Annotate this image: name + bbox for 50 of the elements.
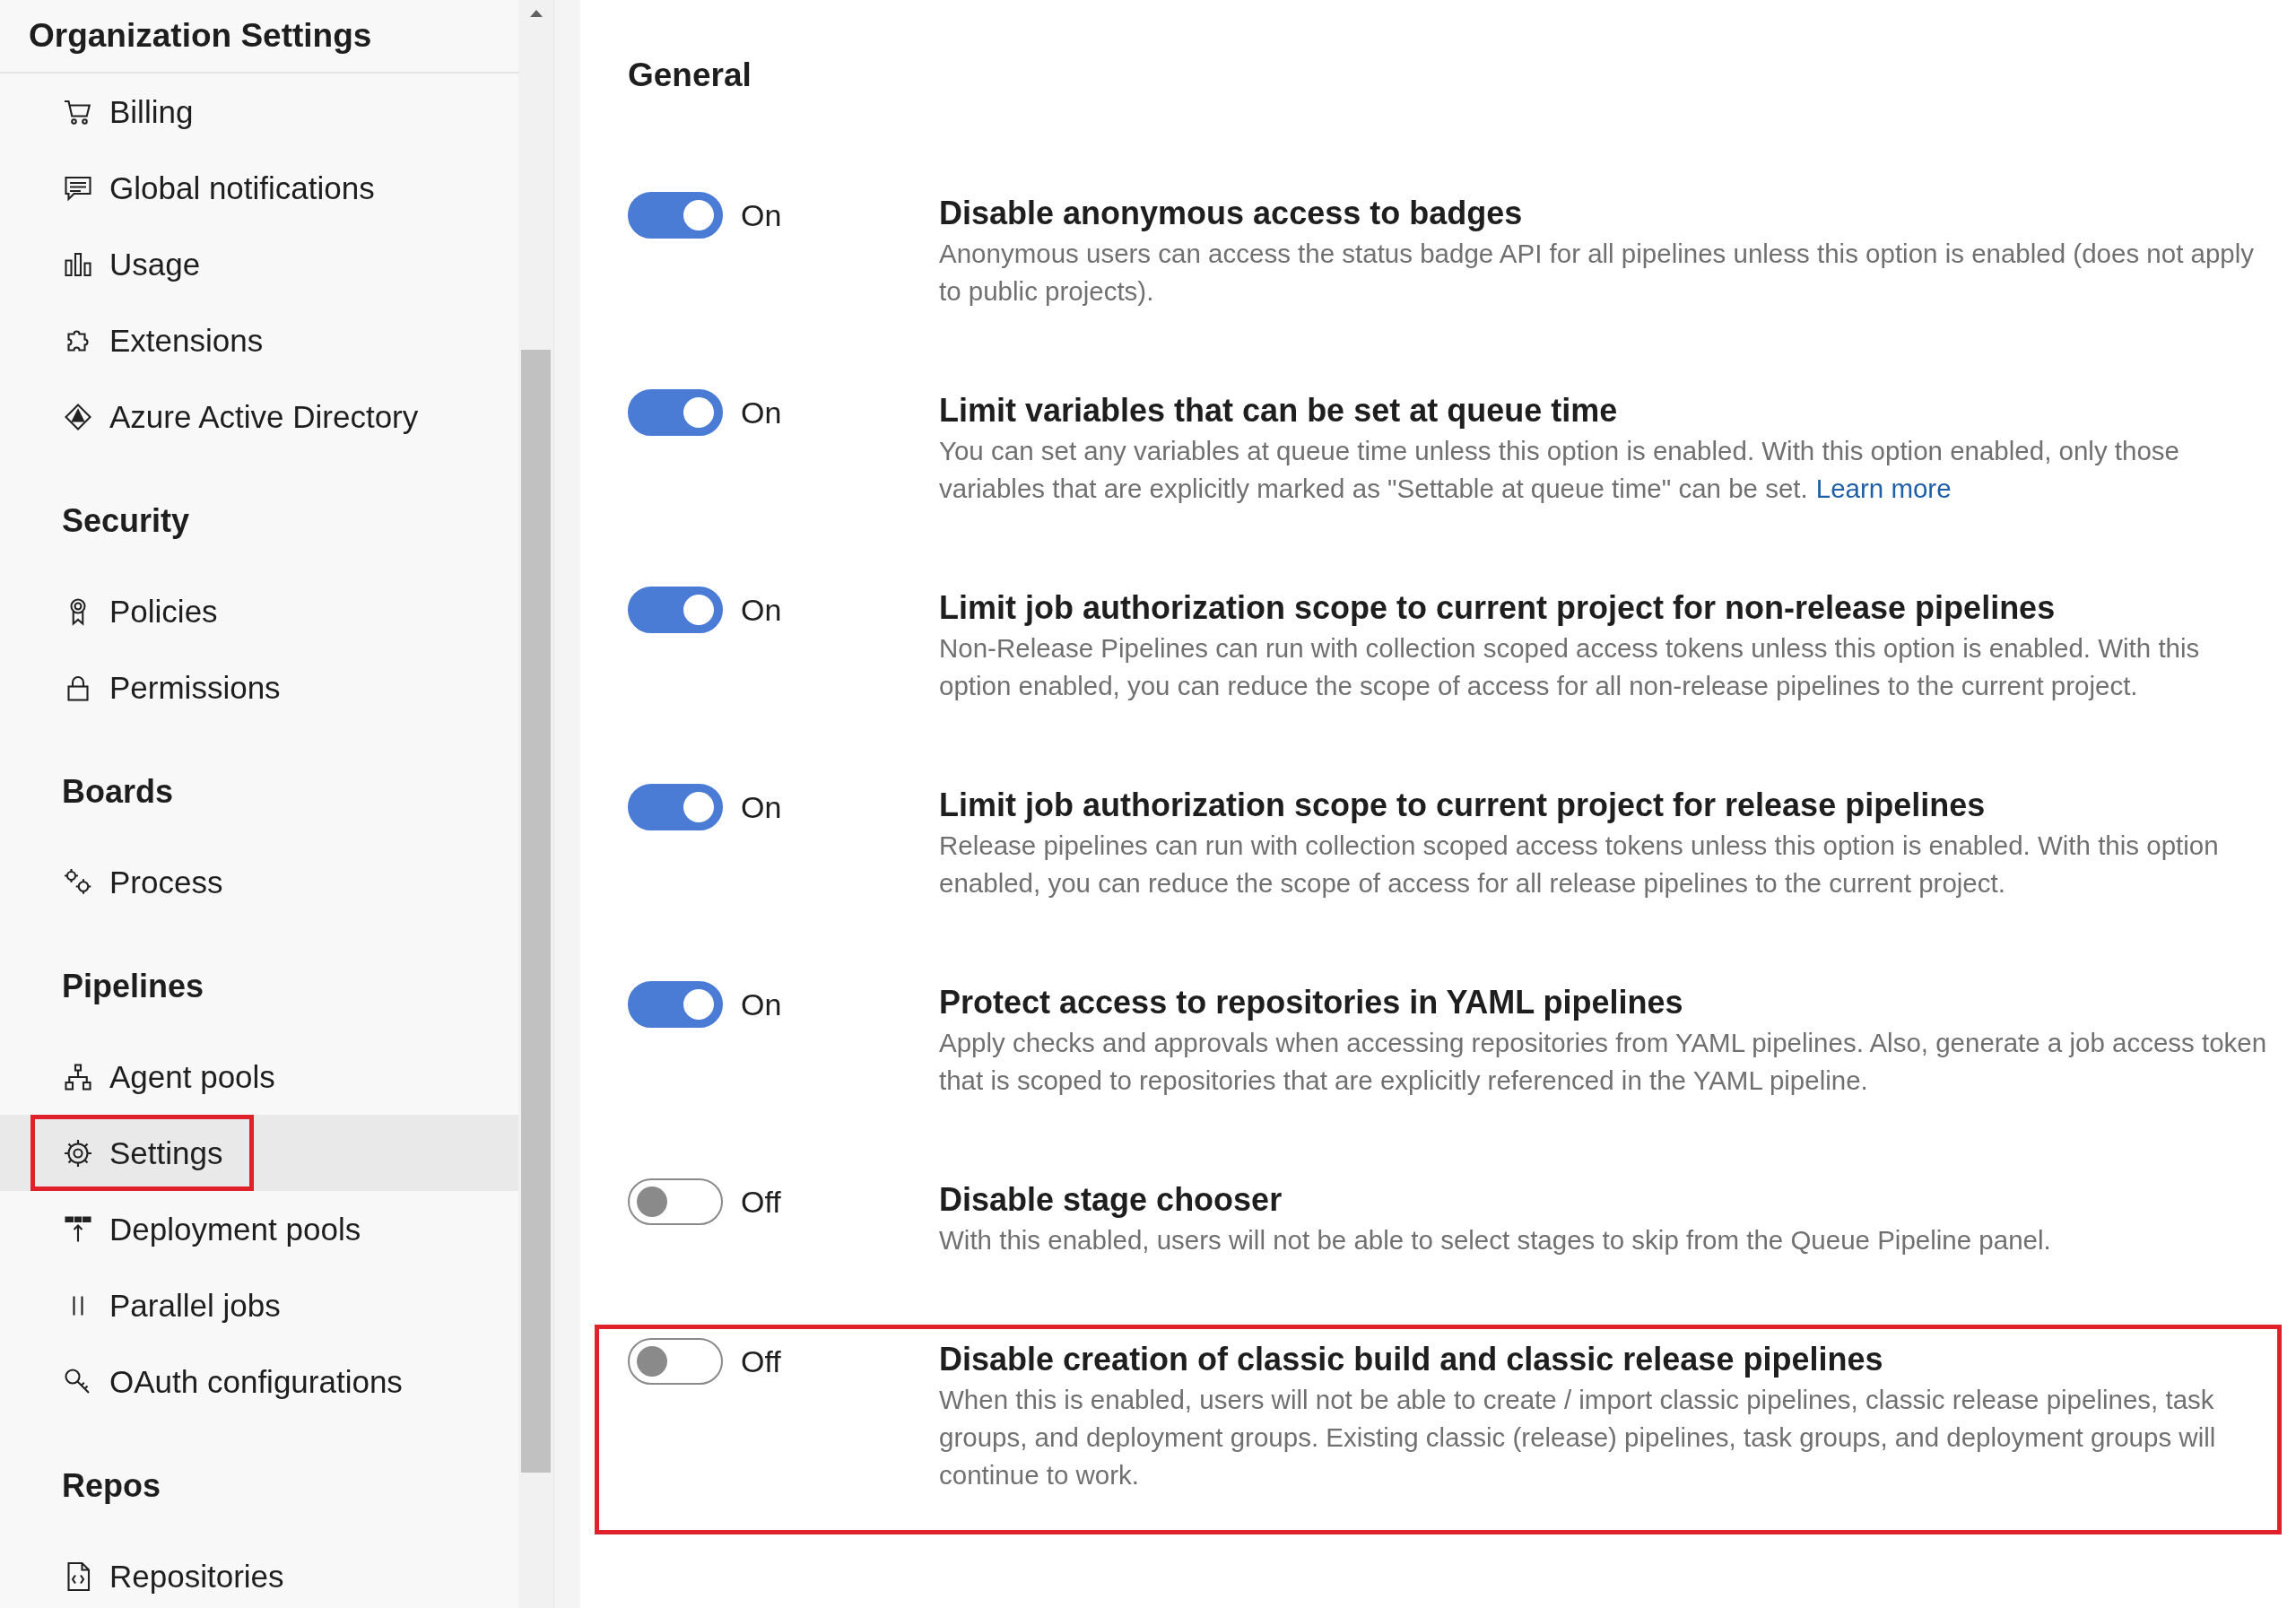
sidebar-item[interactable]: Permissions bbox=[30, 649, 312, 726]
toggle-switch[interactable] bbox=[628, 192, 723, 239]
sidebar-item[interactable]: Azure Active Directory bbox=[30, 378, 450, 455]
section-heading: Repos bbox=[61, 1465, 162, 1506]
sidebar-item[interactable]: Agent pools bbox=[30, 1039, 307, 1115]
sidebar-item[interactable]: Parallel jobs bbox=[30, 1267, 312, 1343]
toggle-switch[interactable] bbox=[628, 389, 723, 436]
toggle-state-label: Off bbox=[741, 1343, 781, 1380]
setting-description: Non-Release Pipelines can run with collection scoped access tokens unless this option is enabled. With this option enabled, you can reduce the scope of access for all non-release pipelines to the current project. bbox=[939, 632, 2201, 702]
setting-title: Limit variables that can be set at queue time bbox=[939, 391, 1619, 430]
toggle-state-label: On bbox=[741, 197, 782, 234]
toggle-switch[interactable] bbox=[628, 784, 723, 830]
sidebar-item[interactable]: Policies bbox=[30, 573, 249, 649]
sidebar-item[interactable]: Repositories bbox=[30, 1538, 316, 1608]
setting-description: With this enabled, users will not be able to select stages to skip from the Queue Pipeline panel. bbox=[939, 1224, 2052, 1256]
setting-description: You can set any variables at queue time unless this option is enabled. With this option enabled, only those variables that are explicitly marked as "Settable at queue time" can be set. Learn more bbox=[939, 435, 2180, 505]
sidebar-item[interactable]: Global notifications bbox=[30, 150, 406, 226]
sidebar-item[interactable]: Extensions bbox=[30, 302, 295, 378]
setting-title: Limit job authorization scope to current project for release pipelines bbox=[939, 786, 1987, 825]
section-heading: Security bbox=[61, 500, 191, 541]
toggle-switch[interactable] bbox=[628, 1338, 723, 1385]
setting-title: Disable stage chooser bbox=[939, 1180, 1283, 1220]
toggle-switch[interactable] bbox=[628, 981, 723, 1028]
toggle-switch[interactable] bbox=[628, 587, 723, 633]
toggle-state-label: On bbox=[741, 789, 782, 826]
section-heading: Boards bbox=[61, 771, 175, 812]
sidebar-item[interactable]: OAuth configurations bbox=[30, 1343, 434, 1420]
setting-title: Protect access to repositories in YAML pipelines bbox=[939, 983, 1684, 1022]
toggle-state-label: On bbox=[741, 987, 782, 1023]
setting-title: Disable anonymous access to badges bbox=[939, 194, 1524, 233]
toggle-switch[interactable] bbox=[628, 1178, 723, 1225]
learn-more-link[interactable]: Learn more bbox=[1815, 474, 1952, 503]
setting-description: Release pipelines can run with collection scoped access tokens unless this option is enabled. With this option enabled, you can reduce the scope of access for all release pipelines to the current project. bbox=[939, 830, 2220, 900]
sidebar-item[interactable]: Process bbox=[30, 844, 255, 920]
sidebar-item[interactable]: Billing bbox=[30, 74, 225, 150]
toggle-state-label: On bbox=[741, 592, 782, 629]
toggle-state-label: Off bbox=[741, 1184, 781, 1221]
section-heading: General bbox=[628, 56, 752, 95]
scrollbar-thumb[interactable] bbox=[521, 350, 551, 1473]
setting-description: When this is enabled, users will not be able to create / import classic pipelines, classic release pipelines, task groups, and deployment groups. Existing classic (release) pipelines, task groups, and deployment groups will continue to work. bbox=[939, 1384, 2217, 1491]
setting-title: Disable creation of classic build and classic release pipelines bbox=[939, 1340, 1884, 1379]
setting-description: Anonymous users can access the status badge API for all pipelines unless this option is enabled (does not apply to public projects). bbox=[939, 238, 2256, 308]
toggle-state-label: On bbox=[741, 395, 782, 431]
sidebar-title: Organization Settings bbox=[29, 17, 372, 55]
sidebar-item[interactable]: Settings bbox=[30, 1115, 255, 1191]
setting-description: Apply checks and approvals when accessing repositories from YAML pipelines. Also, generate a job access token that is scoped to repositories that are explicitly referenced in the YAML pipeline. bbox=[939, 1027, 2268, 1097]
sidebar-item[interactable]: Usage bbox=[30, 226, 232, 302]
sidebar-item[interactable]: Deployment pools bbox=[30, 1191, 393, 1267]
setting-title: Limit job authorization scope to current project for non-release pipelines bbox=[939, 588, 2057, 628]
section-heading: Pipelines bbox=[61, 966, 205, 1006]
